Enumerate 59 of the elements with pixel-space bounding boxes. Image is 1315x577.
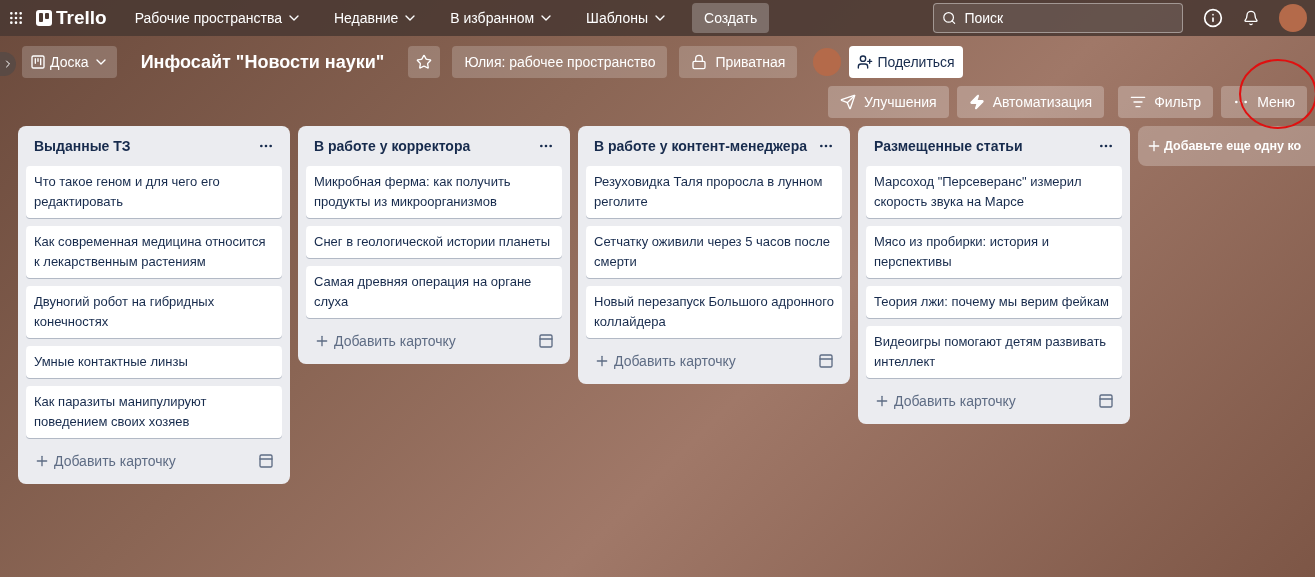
card[interactable]: Мясо из пробирки: история и перспективы — [866, 226, 1122, 278]
create-button[interactable]: Создать — [692, 3, 770, 33]
star-button[interactable] — [408, 46, 441, 78]
template-icon[interactable] — [818, 353, 834, 369]
logo-text: Trello — [56, 5, 107, 30]
filter-icon — [1130, 94, 1147, 110]
template-icon[interactable] — [1098, 393, 1114, 409]
nav-menu[interactable]: Шаблоны — [578, 4, 676, 32]
card[interactable]: Что такое геном и для чего его редактировать — [26, 166, 282, 218]
info-icon[interactable] — [1203, 8, 1223, 28]
card[interactable]: Микробная ферма: как получить продукты из микроорганизмов — [306, 166, 562, 218]
card[interactable]: Сетчатку оживили через 5 часов после смерти — [586, 226, 842, 278]
workspace-button[interactable]: Юлия: рабочее пространство — [452, 46, 668, 78]
search-field[interactable]: Поиск — [933, 3, 1183, 33]
board-logo-icon — [36, 10, 52, 26]
plus-icon — [594, 353, 610, 369]
card[interactable]: Видеоигры помогают детям развивать интеллект — [866, 326, 1122, 378]
list-title[interactable]: Выданные ТЗ — [34, 136, 131, 156]
add-card-button[interactable]: Добавить карточку — [594, 351, 736, 371]
list-title[interactable]: Размещенные статьи — [874, 136, 1023, 156]
trello-logo[interactable]: Trello — [32, 3, 111, 33]
nav-menu[interactable]: В избранном — [442, 4, 563, 32]
add-card-button[interactable]: Добавить карточку — [314, 331, 456, 351]
card[interactable]: Как современная медицина относится к лекарственным растениям — [26, 226, 282, 278]
plus-icon — [314, 333, 330, 349]
plus-icon — [874, 393, 890, 409]
paper-plane-icon — [840, 94, 857, 110]
card[interactable]: Как паразиты манипулируют поведением своих хозяев — [26, 386, 282, 438]
card[interactable]: Умные контактные линзы — [26, 346, 282, 378]
search-input[interactable]: Поиск — [964, 8, 1174, 28]
nav-menu[interactable]: Рабочие пространства — [126, 4, 310, 32]
add-card-button[interactable]: Добавить карточку — [34, 451, 176, 471]
plus-icon — [34, 453, 50, 469]
card[interactable]: Резуховидка Таля проросла в лунном реголите — [586, 166, 842, 218]
card[interactable]: Двуногий робот на гибридных конечностях — [26, 286, 282, 338]
card[interactable]: Снег в геологической истории планеты — [306, 226, 562, 258]
view-switcher[interactable]: Доска — [22, 46, 117, 78]
card[interactable]: Марсоход "Персеверанс" измерил скорость звука на Марсе — [866, 166, 1122, 218]
template-icon[interactable] — [538, 333, 554, 349]
expand-sidebar-button[interactable] — [0, 52, 16, 76]
lightning-icon — [968, 94, 985, 110]
search-icon — [942, 10, 957, 26]
apps-icon[interactable] — [8, 10, 24, 26]
list-title[interactable]: В работе у контент-менеджера — [594, 136, 807, 156]
template-icon[interactable] — [258, 453, 274, 469]
star-icon — [416, 54, 433, 70]
board-icon — [30, 54, 46, 70]
share-button[interactable]: Поделиться — [849, 46, 963, 78]
add-card-button[interactable]: Добавить карточку — [874, 391, 1016, 411]
card[interactable]: Теория лжи: почему мы верим фейкам — [866, 286, 1122, 318]
board-title[interactable]: Инфосайт "Новости науки" — [124, 48, 401, 76]
nav-menu[interactable]: Недавние — [326, 4, 427, 32]
card[interactable]: Новый перезапуск Большого адронного коллайдера — [586, 286, 842, 338]
add-user-icon — [857, 54, 874, 70]
card[interactable]: Самая древняя операция на органе слуха — [306, 266, 562, 318]
plus-icon — [1146, 138, 1162, 154]
list-title[interactable]: В работе у корректора — [314, 136, 471, 156]
bell-icon[interactable] — [1243, 10, 1259, 26]
lock-icon — [691, 54, 708, 70]
